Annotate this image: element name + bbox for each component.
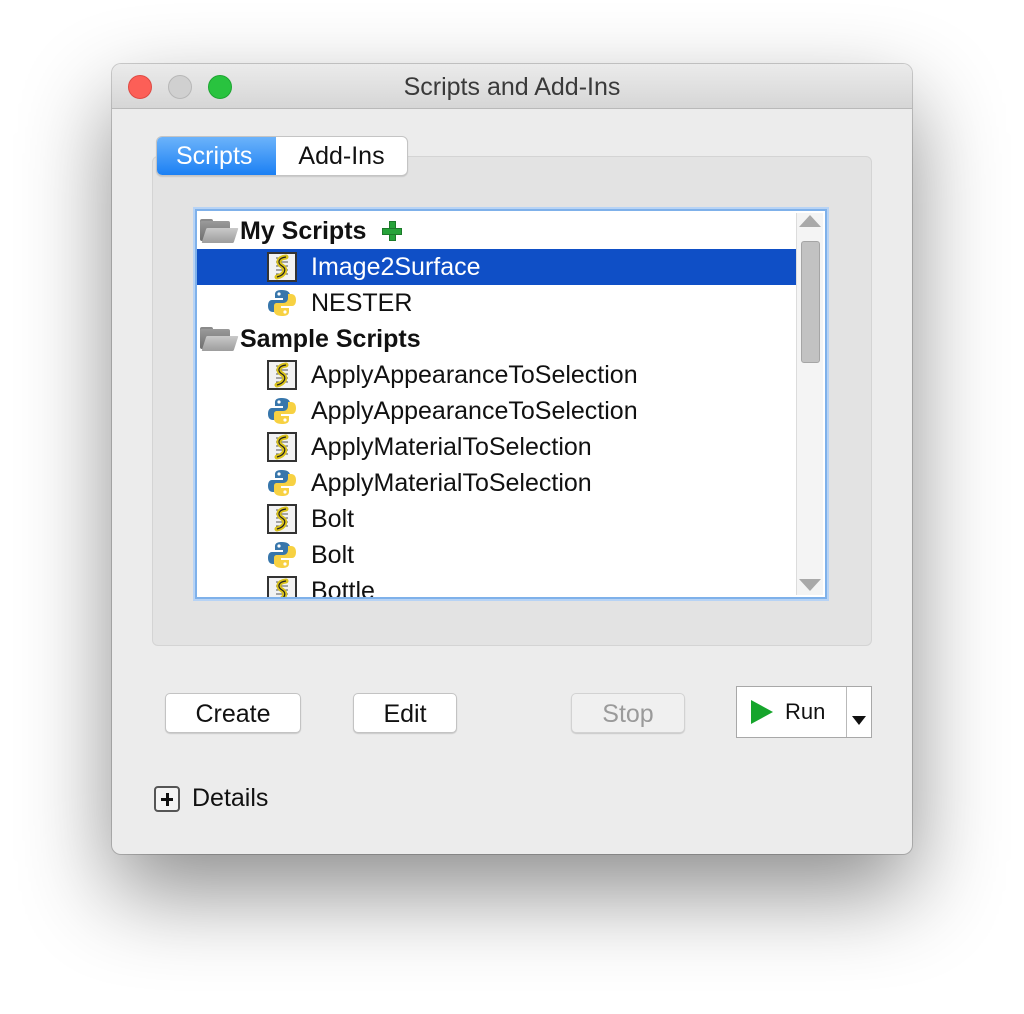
tab-scripts[interactable]: Scripts <box>157 137 277 175</box>
tree-item-row[interactable]: ApplyMaterialToSelection <box>197 465 797 501</box>
edit-button[interactable]: Edit <box>353 693 457 733</box>
title-bar: Scripts and Add-Ins <box>112 64 912 109</box>
tree-item-row[interactable]: Image2Surface <box>197 249 797 285</box>
tree-folder-row[interactable]: My Scripts <box>197 213 797 249</box>
tree-rows: My Scripts Image2Surface NESTER Sample Scri… <box>197 213 797 599</box>
tree-item-row[interactable]: Bolt <box>197 537 797 573</box>
tree-item-row[interactable]: ApplyAppearanceToSelection <box>197 393 797 429</box>
python-icon <box>267 540 297 570</box>
stop-button[interactable]: Stop <box>571 693 685 733</box>
python-icon <box>267 288 297 318</box>
tree-item-label: ApplyMaterialToSelection <box>311 468 592 497</box>
scripts-tree-list[interactable]: My Scripts Image2Surface NESTER Sample Scri… <box>195 209 827 599</box>
tree-item-row[interactable]: Bolt <box>197 501 797 537</box>
script-file-icon <box>267 360 297 390</box>
tree-item-row[interactable]: ApplyAppearanceToSelection <box>197 357 797 393</box>
tree-item-row[interactable]: Bottle <box>197 573 797 599</box>
tree-item-row[interactable]: ApplyMaterialToSelection <box>197 429 797 465</box>
script-file-icon <box>267 432 297 462</box>
script-file-icon <box>267 576 297 597</box>
tree-item-row[interactable]: NESTER <box>197 285 797 321</box>
add-script-plus-icon[interactable] <box>382 221 403 241</box>
tab-bar: Scripts Add-Ins <box>156 136 408 176</box>
script-file-icon <box>267 504 297 534</box>
details-label: Details <box>192 784 269 812</box>
vertical-scrollbar[interactable] <box>796 213 823 595</box>
tree-item-label: Image2Surface <box>311 252 481 281</box>
scripts-addins-window: Scripts and Add-Ins Scripts Add-Ins My S… <box>112 64 912 854</box>
folder-icon <box>200 327 239 351</box>
tree-item-label: NESTER <box>311 288 413 317</box>
tree-item-label: ApplyAppearanceToSelection <box>311 360 638 389</box>
folder-icon <box>200 219 239 243</box>
dropdown-arrow-icon <box>852 716 866 725</box>
window-title: Scripts and Add-Ins <box>403 73 621 101</box>
tab-add-ins[interactable]: Add-Ins <box>276 137 406 175</box>
scroll-down-arrow-icon[interactable] <box>799 579 821 591</box>
run-options-dropdown[interactable] <box>847 687 871 737</box>
python-icon <box>267 468 297 498</box>
run-split-button: Run <box>736 686 872 738</box>
tree-item-label: Bolt <box>311 504 355 533</box>
run-button[interactable]: Run <box>737 687 847 737</box>
scroll-up-arrow-icon[interactable] <box>799 215 821 227</box>
run-button-label: Run <box>785 699 826 724</box>
tree-item-label: Bolt <box>311 540 355 569</box>
scrollbar-thumb[interactable] <box>801 241 820 363</box>
expand-plus-icon[interactable] <box>154 785 180 812</box>
play-icon <box>751 700 773 724</box>
tree-folder-label: Sample Scripts <box>240 324 421 353</box>
tree-folder-label: My Scripts <box>240 216 367 245</box>
tree-item-label: ApplyMaterialToSelection <box>311 432 592 461</box>
create-button[interactable]: Create <box>165 693 301 733</box>
tree-item-label: Bottle <box>311 576 375 599</box>
script-file-icon <box>267 252 297 282</box>
tree-folder-row[interactable]: Sample Scripts <box>197 321 797 357</box>
python-icon <box>267 396 297 426</box>
tree-item-label: ApplyAppearanceToSelection <box>311 396 638 425</box>
details-disclosure: Details <box>154 784 268 813</box>
